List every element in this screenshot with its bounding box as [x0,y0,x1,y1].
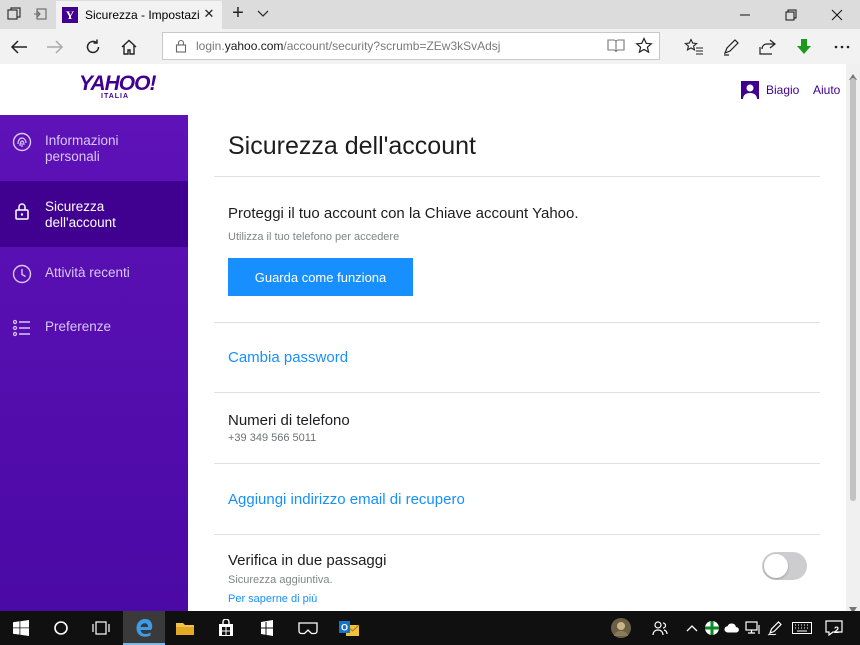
sidebar-item-label: Informazioni personali [45,133,119,164]
restore-button[interactable] [768,0,814,29]
yahoo-header: YAHOO! ITALIA Biagio Aiuto [0,64,846,115]
share-icon[interactable] [756,36,778,58]
people-icon[interactable] [652,620,668,636]
browser-tab-active[interactable]: Y Sicurezza - Impostazion ✕ [56,1,222,29]
scroll-down-icon[interactable] [849,600,857,613]
help-link[interactable]: Aiuto [813,83,840,97]
phone-numbers-title[interactable]: Numeri di telefono [228,412,350,429]
divider [214,463,820,464]
user-name: Biagio [766,83,800,97]
scroll-up-icon[interactable] [849,67,857,80]
learn-more-link[interactable]: Per saperne di più [228,593,317,605]
back-button[interactable] [8,36,30,58]
notification-count: 2 [834,625,840,635]
security-shield-icon[interactable] [704,620,720,636]
pen-workspace-icon[interactable] [767,620,783,636]
keyboard-icon[interactable] [792,620,812,636]
two-step-subtitle: Sicurezza aggiuntiva. [228,574,333,586]
outlook-mail-icon[interactable]: O [328,611,370,645]
security-content: Sicurezza dell'account Proteggi il tuo a… [188,115,846,611]
refresh-button[interactable] [82,36,104,58]
sidebar-item-label: Attività recenti [45,265,130,280]
address-bar[interactable]: login.yahoo.com/account/security?scrumb=… [162,32,660,60]
avatar [741,81,759,99]
sidebar-item-label: Preferenze [45,319,112,334]
see-how-it-works-button[interactable]: Guarda come funziona [228,258,413,296]
url-path: /account/security?scrumb=ZEw3kSvAdsj [283,39,501,53]
task-view-icon[interactable] [80,611,122,645]
url-text[interactable]: login.yahoo.com/account/security?scrumb=… [196,39,500,53]
minimize-button[interactable] [722,0,768,29]
windows-app-icon[interactable] [246,611,288,645]
divider [214,534,820,535]
home-button[interactable] [118,36,140,58]
download-arrow-icon[interactable] [793,36,815,58]
tab-title: Sicurezza - Impostazion [85,8,199,22]
two-step-title: Verifica in due passaggi [228,552,387,569]
chevron-down-icon[interactable] [256,6,270,20]
favorite-star-icon[interactable] [635,37,653,55]
yahoo-logo[interactable]: YAHOO! ITALIA [79,72,159,101]
tab-manager-icon[interactable] [6,6,22,22]
new-tab-icon[interactable]: + [229,3,247,24]
people-avatar-icon[interactable] [610,617,632,639]
clock-icon [12,264,32,284]
add-recovery-email-link[interactable]: Aggiungi indirizzo email di recupero [228,491,465,508]
page-title: Sicurezza dell'account [228,132,476,160]
favorites-hub-icon[interactable] [683,36,705,58]
user-menu[interactable]: Biagio [741,81,799,99]
close-tab-icon[interactable]: ✕ [202,7,216,21]
url-domain: yahoo.com [224,39,284,53]
start-button[interactable] [0,611,42,645]
set-tabs-aside-icon[interactable] [32,6,48,22]
change-password-link[interactable]: Cambia password [228,349,348,366]
onedrive-cloud-icon[interactable] [724,620,740,636]
page-scrollbar[interactable] [846,64,860,613]
chevron-up-icon[interactable] [684,620,700,636]
network-display-icon[interactable] [745,620,761,636]
list-settings-icon [12,318,32,338]
browser-toolbar: login.yahoo.com/account/security?scrumb=… [0,29,860,64]
divider [214,176,820,177]
web-note-icon[interactable] [720,36,742,58]
sidebar-item-label: Sicurezza dell'account [45,199,116,230]
store-icon[interactable] [205,611,247,645]
two-step-toggle[interactable] [762,552,807,580]
fingerprint-icon [12,132,32,152]
forward-button[interactable] [44,36,66,58]
sidebar-item-security[interactable]: Sicurezza dell'account [0,181,188,247]
phone-number-value: +39 349 566 5011 [228,432,317,444]
lock-icon [174,39,188,53]
cortana-icon[interactable] [40,611,82,645]
close-window-button[interactable] [814,0,860,29]
browser-tab-bar: Y Sicurezza - Impostazion ✕ + [0,0,860,29]
file-explorer-icon[interactable] [164,611,206,645]
account-key-title: Proteggi il tuo account con la Chiave ac… [228,205,579,222]
logo-text: YAHOO! [79,72,156,95]
account-key-subtitle: Utilizza il tuo telefono per accedere [228,231,400,243]
edge-browser-icon[interactable] [123,611,165,645]
sidebar-item-preferences[interactable]: Preferenze [0,301,188,367]
reading-view-icon[interactable] [607,38,625,54]
toggle-knob [764,554,788,578]
scroll-thumb[interactable] [850,78,856,501]
yahoo-favicon-icon: Y [62,7,78,23]
svg-text:O: O [341,623,348,633]
sidebar: Informazioni personali Sicurezza dell'ac… [0,115,188,611]
notification-center-icon[interactable]: 2 [823,620,845,636]
vr-headset-icon[interactable] [287,611,329,645]
divider [214,322,820,323]
url-prefix: login. [196,39,225,53]
sidebar-item-personal-info[interactable]: Informazioni personali [0,115,188,181]
divider [214,392,820,393]
more-options-icon[interactable] [831,36,853,58]
lock-icon [12,201,32,221]
windows-taskbar: O 2 [0,611,860,645]
